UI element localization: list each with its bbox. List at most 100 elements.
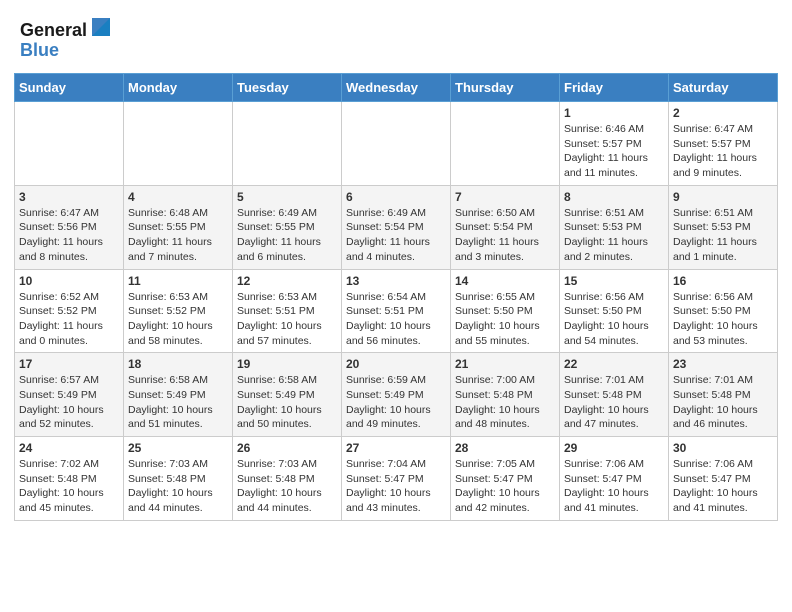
cell-content: Sunrise: 6:51 AM Sunset: 5:53 PM Dayligh… (564, 206, 664, 265)
calendar-cell: 30Sunrise: 7:06 AM Sunset: 5:47 PM Dayli… (669, 437, 778, 521)
calendar-cell: 10 Sunrise: 6:52 AM Sunset: 5:52 PM Dayli… (15, 269, 124, 353)
weekday-header-saturday: Saturday (669, 74, 778, 102)
week-row-3: 10 Sunrise: 6:52 AM Sunset: 5:52 PM Dayli… (15, 269, 778, 353)
calendar-cell (124, 102, 233, 186)
day-number: 19 (237, 357, 337, 371)
cell-content: Sunrise: 6:51 AM Sunset: 5:53 PM Dayligh… (673, 206, 773, 265)
calendar-cell: 5 Sunrise: 6:49 AM Sunset: 5:55 PM Daylig… (233, 185, 342, 269)
weekday-header-thursday: Thursday (451, 74, 560, 102)
day-number: 25 (128, 441, 228, 455)
cell-content: Sunrise: 6:56 AM Sunset: 5:50 PM Dayligh… (673, 290, 773, 349)
weekday-header-wednesday: Wednesday (342, 74, 451, 102)
calendar-cell (15, 102, 124, 186)
header: General Blue (0, 0, 792, 73)
calendar-cell: 24Sunrise: 7:02 AM Sunset: 5:48 PM Dayli… (15, 437, 124, 521)
calendar-table: SundayMondayTuesdayWednesdayThursdayFrid… (14, 73, 778, 521)
day-number: 5 (237, 190, 337, 204)
calendar-wrap: SundayMondayTuesdayWednesdayThursdayFrid… (0, 73, 792, 535)
day-number: 4 (128, 190, 228, 204)
cell-content: Sunrise: 7:04 AM Sunset: 5:47 PM Dayligh… (346, 457, 446, 516)
calendar-cell: 7 Sunrise: 6:50 AM Sunset: 5:54 PM Daylig… (451, 185, 560, 269)
calendar-cell: 3 Sunrise: 6:47 AM Sunset: 5:56 PM Daylig… (15, 185, 124, 269)
week-row-1: 1 Sunrise: 6:46 AM Sunset: 5:57 PM Daylig… (15, 102, 778, 186)
calendar-cell: 25 Sunrise: 7:03 AM Sunset: 5:48 PM Dayli… (124, 437, 233, 521)
calendar-cell: 8 Sunrise: 6:51 AM Sunset: 5:53 PM Daylig… (560, 185, 669, 269)
day-number: 6 (346, 190, 446, 204)
logo: General Blue (20, 18, 110, 63)
calendar-cell: 1 Sunrise: 6:46 AM Sunset: 5:57 PM Daylig… (560, 102, 669, 186)
cell-content: Sunrise: 6:56 AM Sunset: 5:50 PM Dayligh… (564, 290, 664, 349)
day-number: 8 (564, 190, 664, 204)
calendar-cell: 6 Sunrise: 6:49 AM Sunset: 5:54 PM Daylig… (342, 185, 451, 269)
cell-content: Sunrise: 7:00 AM Sunset: 5:48 PM Dayligh… (455, 373, 555, 432)
day-number: 3 (19, 190, 119, 204)
weekday-header-tuesday: Tuesday (233, 74, 342, 102)
cell-content: Sunrise: 6:53 AM Sunset: 5:52 PM Dayligh… (128, 290, 228, 349)
weekday-header-sunday: Sunday (15, 74, 124, 102)
calendar-cell (233, 102, 342, 186)
calendar-cell: 12Sunrise: 6:53 AM Sunset: 5:51 PM Dayli… (233, 269, 342, 353)
cell-content: Sunrise: 6:46 AM Sunset: 5:57 PM Dayligh… (564, 122, 664, 181)
cell-content: Sunrise: 7:03 AM Sunset: 5:48 PM Dayligh… (237, 457, 337, 516)
day-number: 10 (19, 274, 119, 288)
day-number: 14 (455, 274, 555, 288)
day-number: 24 (19, 441, 119, 455)
weekday-header-monday: Monday (124, 74, 233, 102)
cell-content: Sunrise: 6:52 AM Sunset: 5:52 PM Dayligh… (19, 290, 119, 349)
day-number: 9 (673, 190, 773, 204)
day-number: 28 (455, 441, 555, 455)
calendar-cell: 27 Sunrise: 7:04 AM Sunset: 5:47 PM Dayli… (342, 437, 451, 521)
day-number: 30 (673, 441, 773, 455)
svg-text:Blue: Blue (20, 40, 59, 60)
calendar-cell: 18 Sunrise: 6:58 AM Sunset: 5:49 PM Dayli… (124, 353, 233, 437)
day-number: 27 (346, 441, 446, 455)
calendar-cell: 21 Sunrise: 7:00 AM Sunset: 5:48 PM Dayli… (451, 353, 560, 437)
day-number: 20 (346, 357, 446, 371)
logo-svg: General Blue (20, 18, 110, 63)
calendar-cell: 29 Sunrise: 7:06 AM Sunset: 5:47 PM Dayli… (560, 437, 669, 521)
weekday-header-row: SundayMondayTuesdayWednesdayThursdayFrid… (15, 74, 778, 102)
cell-content: Sunrise: 6:50 AM Sunset: 5:54 PM Dayligh… (455, 206, 555, 265)
calendar-cell (342, 102, 451, 186)
calendar-cell: 11 Sunrise: 6:53 AM Sunset: 5:52 PM Dayli… (124, 269, 233, 353)
calendar-cell: 17 Sunrise: 6:57 AM Sunset: 5:49 PM Dayli… (15, 353, 124, 437)
week-row-4: 17 Sunrise: 6:57 AM Sunset: 5:49 PM Dayli… (15, 353, 778, 437)
svg-text:General: General (20, 20, 87, 40)
day-number: 21 (455, 357, 555, 371)
cell-content: Sunrise: 6:57 AM Sunset: 5:49 PM Dayligh… (19, 373, 119, 432)
weekday-header-friday: Friday (560, 74, 669, 102)
day-number: 29 (564, 441, 664, 455)
calendar-cell: 20Sunrise: 6:59 AM Sunset: 5:49 PM Dayli… (342, 353, 451, 437)
day-number: 7 (455, 190, 555, 204)
day-number: 22 (564, 357, 664, 371)
day-number: 17 (19, 357, 119, 371)
calendar-cell: 22Sunrise: 7:01 AM Sunset: 5:48 PM Dayli… (560, 353, 669, 437)
cell-content: Sunrise: 6:48 AM Sunset: 5:55 PM Dayligh… (128, 206, 228, 265)
day-number: 26 (237, 441, 337, 455)
cell-content: Sunrise: 6:47 AM Sunset: 5:56 PM Dayligh… (19, 206, 119, 265)
cell-content: Sunrise: 6:53 AM Sunset: 5:51 PM Dayligh… (237, 290, 337, 349)
calendar-cell: 2Sunrise: 6:47 AM Sunset: 5:57 PM Daylig… (669, 102, 778, 186)
day-number: 16 (673, 274, 773, 288)
cell-content: Sunrise: 6:49 AM Sunset: 5:54 PM Dayligh… (346, 206, 446, 265)
cell-content: Sunrise: 7:06 AM Sunset: 5:47 PM Dayligh… (564, 457, 664, 516)
day-number: 11 (128, 274, 228, 288)
cell-content: Sunrise: 6:49 AM Sunset: 5:55 PM Dayligh… (237, 206, 337, 265)
calendar-cell: 9 Sunrise: 6:51 AM Sunset: 5:53 PM Daylig… (669, 185, 778, 269)
day-number: 18 (128, 357, 228, 371)
calendar-cell: 14 Sunrise: 6:55 AM Sunset: 5:50 PM Dayli… (451, 269, 560, 353)
calendar-cell: 28Sunrise: 7:05 AM Sunset: 5:47 PM Dayli… (451, 437, 560, 521)
cell-content: Sunrise: 6:55 AM Sunset: 5:50 PM Dayligh… (455, 290, 555, 349)
calendar-cell: 15Sunrise: 6:56 AM Sunset: 5:50 PM Dayli… (560, 269, 669, 353)
cell-content: Sunrise: 7:03 AM Sunset: 5:48 PM Dayligh… (128, 457, 228, 516)
calendar-cell (451, 102, 560, 186)
cell-content: Sunrise: 7:01 AM Sunset: 5:48 PM Dayligh… (673, 373, 773, 432)
cell-content: Sunrise: 6:54 AM Sunset: 5:51 PM Dayligh… (346, 290, 446, 349)
day-number: 1 (564, 106, 664, 120)
day-number: 13 (346, 274, 446, 288)
calendar-cell: 13 Sunrise: 6:54 AM Sunset: 5:51 PM Dayli… (342, 269, 451, 353)
calendar-cell: 19Sunrise: 6:58 AM Sunset: 5:49 PM Dayli… (233, 353, 342, 437)
calendar-cell: 16 Sunrise: 6:56 AM Sunset: 5:50 PM Dayli… (669, 269, 778, 353)
cell-content: Sunrise: 6:58 AM Sunset: 5:49 PM Dayligh… (128, 373, 228, 432)
calendar-cell: 26 Sunrise: 7:03 AM Sunset: 5:48 PM Dayli… (233, 437, 342, 521)
